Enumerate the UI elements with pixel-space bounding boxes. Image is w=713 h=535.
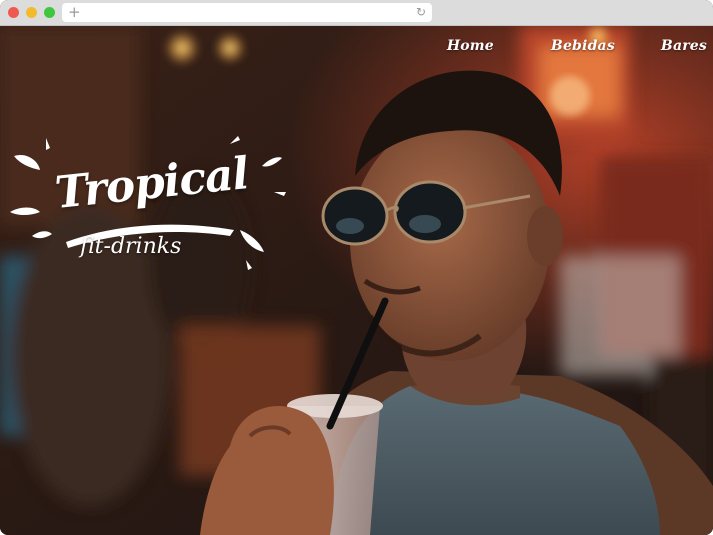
logo-subtitle: fit-drinks (80, 234, 182, 259)
nav-home-link[interactable]: Home (447, 38, 494, 54)
maximize-window-button[interactable] (44, 7, 55, 18)
browser-toolbar: + ↻ (0, 0, 713, 26)
main-nav: Home Bebidas Bares (447, 38, 707, 54)
reload-icon[interactable]: ↻ (416, 3, 426, 22)
address-bar[interactable]: + ↻ (62, 3, 432, 22)
plus-icon[interactable]: + (68, 3, 81, 22)
nav-bebidas-link[interactable]: Bebidas (551, 38, 615, 54)
hero-section: Home Bebidas Bares Tropical fit-drinks (0, 26, 713, 535)
browser-window: + ↻ Home Bebidas Bares Tropical fit-drin… (0, 0, 713, 535)
brand-logo[interactable]: Tropical fit-drinks (6, 134, 286, 294)
close-window-button[interactable] (8, 7, 19, 18)
nav-bares-link[interactable]: Bares (661, 38, 707, 54)
minimize-window-button[interactable] (26, 7, 37, 18)
